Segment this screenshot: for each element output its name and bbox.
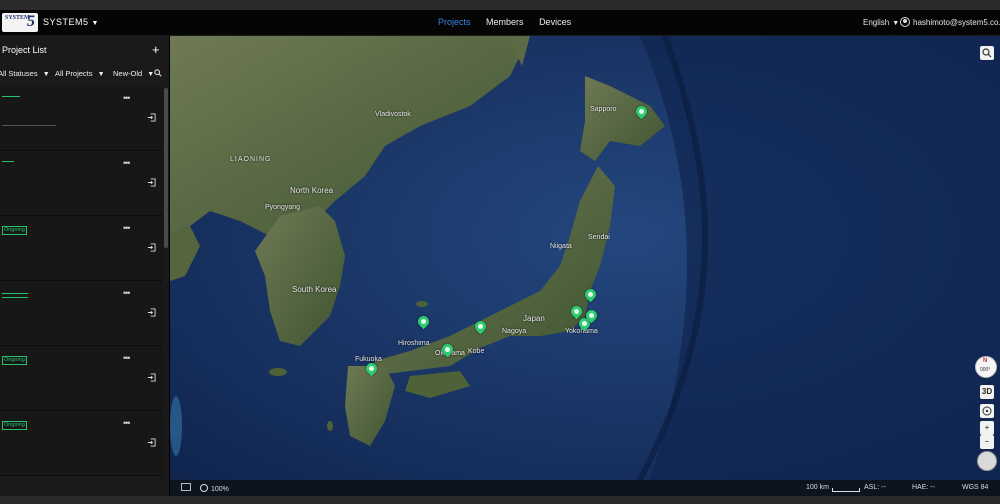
map-label-kobe: Kobe [468, 348, 485, 355]
map-label-north-korea: North Korea [290, 186, 334, 195]
map-label-liaoning: LIAONING [230, 156, 272, 163]
map-label-nagoya: Nagoya [502, 328, 527, 335]
map-label-sendai: Sendai [588, 234, 610, 241]
projects-filter-label: All Projects [55, 69, 93, 78]
map-user-avatar[interactable] [977, 451, 997, 471]
project-list-panel: Project List + All Statuses ▼ All Projec… [0, 36, 170, 496]
card-subtitle-placeholder [2, 125, 56, 126]
enter-project-icon[interactable] [147, 308, 156, 317]
nav-devices[interactable]: Devices [539, 17, 571, 27]
zoom-in-button[interactable]: + [980, 421, 994, 435]
project-card[interactable]: Ongoing ••• [0, 411, 163, 476]
more-options-icon[interactable]: ••• [123, 93, 131, 103]
enter-project-icon[interactable] [147, 113, 156, 122]
more-options-icon[interactable]: ••• [123, 158, 131, 168]
caret-down-icon: ▼ [91, 20, 99, 27]
project-cards: ••• ••• Ongoing ••• ••• Ongoing ••• Ongo… [0, 86, 163, 476]
org-switcher[interactable]: SYSTEM5 ▼ [43, 17, 99, 27]
project-card[interactable]: ••• [0, 151, 163, 216]
locate-button[interactable] [980, 404, 994, 418]
main-nav: Projects Members Devices [438, 17, 584, 27]
enter-project-icon[interactable] [147, 438, 156, 447]
user-menu[interactable]: hashimoto@system5.co.jp [900, 17, 1000, 27]
project-list-title: Project List [2, 45, 47, 55]
project-card[interactable]: Ongoing ••• [0, 216, 163, 281]
card-title-placeholder [2, 96, 20, 97]
project-card[interactable]: ••• [0, 281, 163, 346]
target-icon [982, 406, 992, 416]
system5-logo[interactable]: SYSTEM 5 [2, 13, 38, 32]
top-navbar: SYSTEM 5 SYSTEM5 ▼ Projects Members Devic… [0, 10, 1000, 36]
nav-projects[interactable]: Projects [438, 17, 471, 27]
map-status-bar: 100% 100 km ASL: -- HAE: -- WGS 84 [170, 480, 1000, 496]
search-icon [982, 48, 992, 58]
user-avatar-icon [900, 17, 910, 27]
project-card[interactable]: ••• [0, 86, 163, 151]
caret-down-icon: ▼ [97, 71, 105, 78]
window-top-strip [0, 0, 1000, 10]
zoom-indicator: 100% [200, 484, 229, 493]
more-options-icon[interactable]: ••• [123, 353, 131, 363]
map-label-vladivostok: Vladivostok [375, 111, 411, 118]
status-filter[interactable]: All Statuses ▼ [0, 69, 50, 78]
project-card[interactable]: Ongoing ••• [0, 346, 163, 411]
search-icon[interactable] [154, 69, 162, 79]
map-label-south-korea: South Korea [292, 285, 337, 294]
brand-label: SYSTEM5 [43, 17, 89, 27]
keyboard-icon[interactable] [181, 483, 191, 493]
status-badge: Ongoing [2, 226, 27, 235]
status-filter-label: All Statuses [0, 69, 38, 78]
map-label-pyongyang: Pyongyang [265, 204, 301, 211]
card-title-placeholder [2, 161, 14, 162]
map-terrain [170, 36, 1000, 480]
add-project-icon[interactable]: + [152, 42, 160, 57]
sort-order-label: New-Old [113, 69, 143, 78]
scale-label: 100 km [806, 484, 829, 491]
asl-readout: ASL: -- [864, 484, 886, 491]
more-options-icon[interactable]: ••• [123, 418, 131, 428]
caret-down-icon: ▼ [42, 71, 50, 78]
compass-control[interactable]: N 000° [975, 356, 997, 378]
zoom-out-button[interactable]: − [980, 435, 994, 449]
zoom-circle-icon [200, 484, 208, 492]
map-label-hiroshima: Hiroshima [398, 340, 430, 347]
map-label-sapporo: Sapporo [590, 106, 617, 113]
satellite-map[interactable]: LIAONING Vladivostok North Korea Pyongya… [170, 36, 1000, 480]
map-label-fukuoka: Fukuoka [355, 356, 382, 363]
enter-project-icon[interactable] [147, 243, 156, 252]
caret-down-icon: ▼ [892, 20, 900, 27]
status-badge: Ongoing [2, 421, 27, 430]
projects-filter[interactable]: All Projects ▼ [55, 69, 105, 78]
toggle-3d-button[interactable]: 3D [980, 385, 994, 399]
zoom-level: 100% [211, 486, 229, 493]
hae-readout: HAE: -- [912, 484, 935, 491]
north-indicator-icon: N [983, 358, 988, 364]
scale-bar [832, 488, 860, 492]
status-badge: Ongoing [2, 356, 27, 365]
user-email: hashimoto@system5.co.jp [913, 17, 1000, 27]
project-list-scrollbar[interactable] [164, 88, 168, 248]
map-label-japan: Japan [523, 314, 545, 323]
map-search-button[interactable] [980, 46, 994, 60]
language-label: English [863, 18, 890, 27]
map-label-niigata: Niigata [550, 243, 572, 250]
crs-label: WGS 84 [962, 484, 989, 491]
language-selector[interactable]: English ▼ [863, 18, 899, 27]
window-bottom-strip [0, 496, 1000, 504]
enter-project-icon[interactable] [147, 373, 156, 382]
nav-members[interactable]: Members [486, 17, 524, 27]
compass-heading: 000° [980, 367, 991, 373]
more-options-icon[interactable]: ••• [123, 223, 131, 233]
card-title-placeholder [2, 293, 28, 298]
sort-order[interactable]: New-Old ▼ [113, 69, 154, 78]
more-options-icon[interactable]: ••• [123, 288, 131, 298]
enter-project-icon[interactable] [147, 178, 156, 187]
